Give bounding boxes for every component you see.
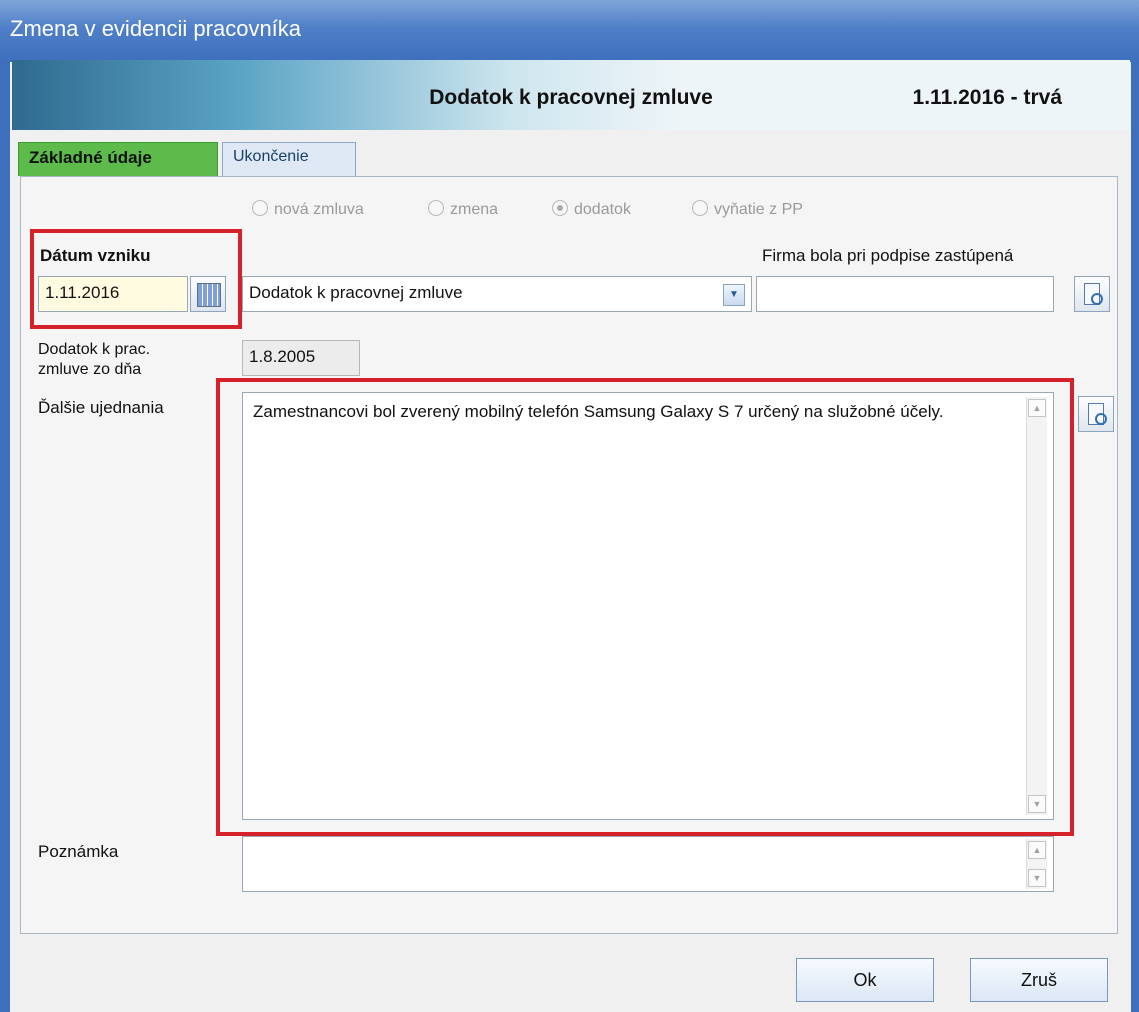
- radio-label: vyňatie z PP: [714, 201, 803, 218]
- tab-ukoncenie[interactable]: Ukončenie: [222, 142, 356, 176]
- highlight-box-datum: [30, 229, 242, 329]
- lookup-icon: [1084, 283, 1103, 305]
- title-bar[interactable]: Zmena v evidencii pracovníka: [0, 0, 1139, 62]
- typ-dokumentu-select[interactable]: Dodatok k pracovnej zmluve ▼: [242, 276, 752, 312]
- dodatok-label-line2: zmluve zo dňa: [38, 361, 142, 378]
- firma-label: Firma bola pri podpise zastúpená: [762, 246, 1014, 265]
- scroll-up-icon[interactable]: ▲: [1028, 841, 1046, 859]
- radio-dodatok[interactable]: dodatok: [552, 200, 631, 219]
- tab-zakladne-udaje[interactable]: Základné údaje: [18, 142, 218, 176]
- poznamka-textarea[interactable]: ▲ ▼: [242, 836, 1054, 892]
- firma-input[interactable]: [756, 276, 1054, 312]
- radio-zmena[interactable]: zmena: [428, 200, 498, 219]
- typ-dokumentu-value: Dodatok k pracovnej zmluve: [249, 283, 463, 302]
- radio-selected-icon: [552, 200, 568, 216]
- cancel-button[interactable]: Zruš: [970, 958, 1108, 1002]
- dodatok-zo-dna-field: 1.8.2005: [242, 340, 360, 376]
- dodatok-zo-dna-label: Dodatok k prac. zmluve zo dňa: [38, 340, 150, 380]
- radio-label: zmena: [450, 201, 499, 218]
- radio-vynatie-z-pp[interactable]: vyňatie z PP: [692, 200, 803, 219]
- radio-nova-zmluva[interactable]: nová zmluva: [252, 200, 364, 219]
- firma-lookup-button[interactable]: [1074, 276, 1110, 312]
- chevron-down-icon[interactable]: ▼: [723, 284, 745, 306]
- dodatok-label-line1: Dodatok k prac.: [38, 341, 151, 358]
- dalsie-lookup-button[interactable]: [1078, 396, 1114, 432]
- scroll-down-icon[interactable]: ▼: [1028, 869, 1046, 887]
- header-banner: Dodatok k pracovnej zmluve 1.11.2016 - t…: [12, 60, 1130, 130]
- header-date-range: 1.11.2016 - trvá: [912, 86, 1062, 109]
- dialog-window: Zmena v evidencii pracovníka Dodatok k p…: [0, 0, 1139, 1012]
- highlight-box-ujednania: [216, 378, 1074, 836]
- radio-circle-icon: [252, 200, 268, 216]
- dalsie-ujednania-label: Ďalšie ujednania: [38, 398, 164, 417]
- poznamka-scrollbar[interactable]: ▲ ▼: [1026, 839, 1047, 889]
- window-frame-right: [1131, 62, 1139, 1012]
- radio-circle-icon: [428, 200, 444, 216]
- radio-circle-icon: [692, 200, 708, 216]
- radio-label: dodatok: [574, 201, 631, 218]
- window-title: Zmena v evidencii pracovníka: [10, 16, 302, 41]
- poznamka-label: Poznámka: [38, 842, 119, 861]
- radio-label: nová zmluva: [274, 201, 364, 218]
- ok-button[interactable]: Ok: [796, 958, 934, 1002]
- window-frame-left: [0, 62, 10, 1012]
- lookup-icon: [1088, 403, 1107, 425]
